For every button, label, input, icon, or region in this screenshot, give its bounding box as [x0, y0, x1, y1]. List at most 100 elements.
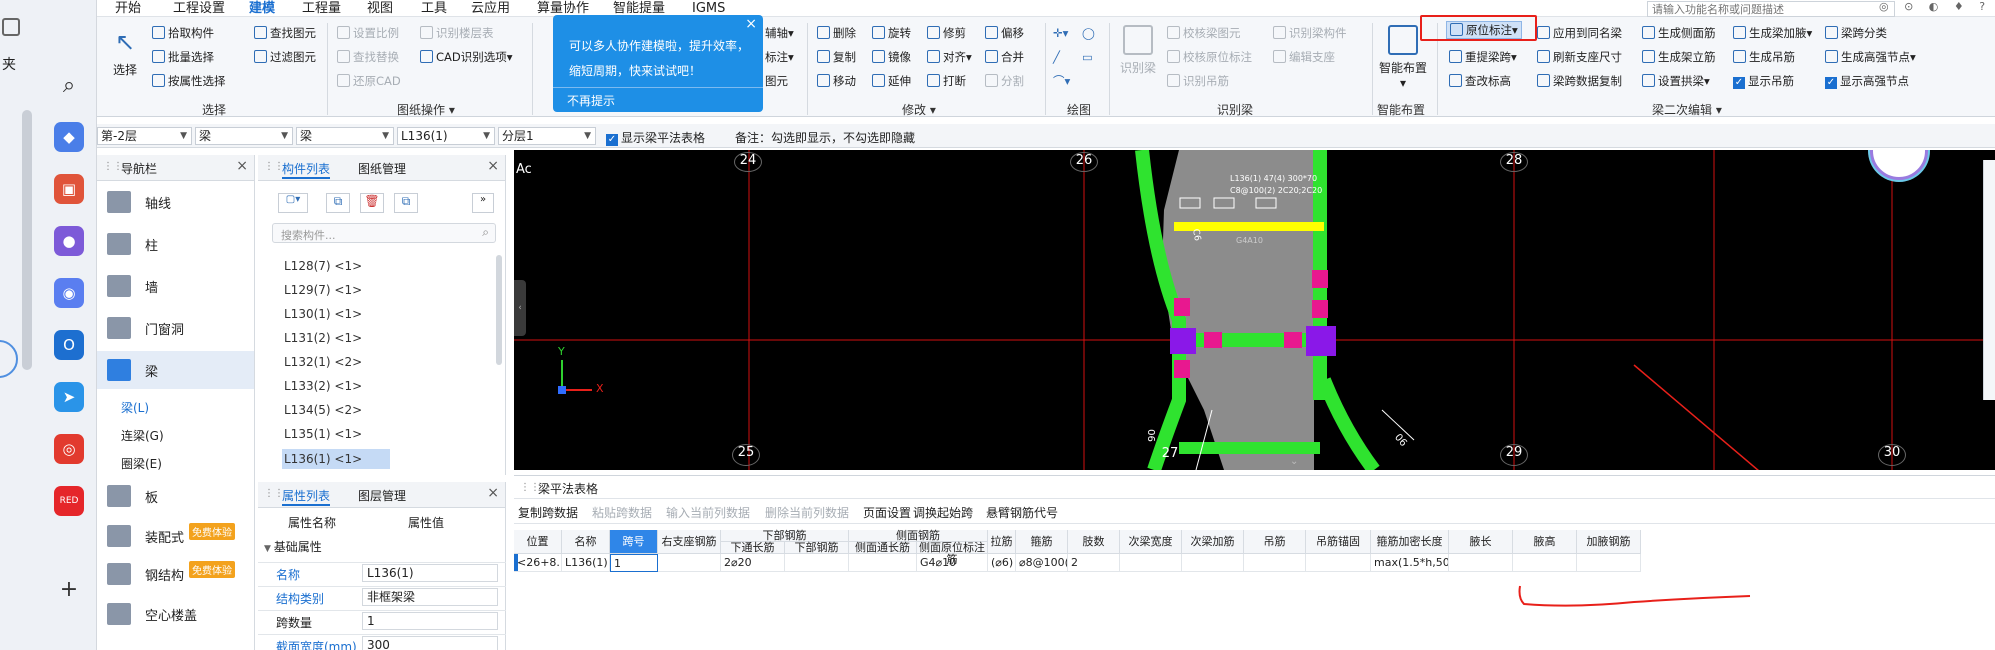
table-column-header[interactable]: 吊筋 [1244, 530, 1306, 554]
nav-item-axis[interactable]: 轴线 [97, 183, 254, 221]
cantilever-code-button[interactable]: 悬臂钢筋代号 [986, 504, 1058, 521]
delete-component-button[interactable]: 🗑 [360, 193, 384, 213]
table-cell[interactable] [1577, 554, 1641, 572]
page-setup-button[interactable]: 页面设置 [863, 504, 911, 521]
new-component-button[interactable]: ▢▾ [278, 193, 308, 213]
feature-search-input[interactable] [1647, 1, 1895, 17]
category-select[interactable]: 梁 ▼ [195, 127, 293, 145]
nav-item-door-window[interactable]: 门窗洞 [97, 309, 254, 347]
nav-subitem-ring-beam[interactable]: 圈梁(E) [121, 455, 162, 472]
table-column-header[interactable]: 次梁加筋 [1182, 530, 1244, 554]
property-value-input[interactable]: L136(1) [362, 564, 498, 582]
edit-support-button[interactable]: 编辑支座 [1273, 49, 1335, 65]
menu-tab-tools[interactable]: 工具 [421, 0, 447, 17]
copy-span-data-button[interactable]: 梁跨数据复制 [1537, 73, 1622, 89]
input-column-data-button[interactable]: 输入当前列数据 [666, 504, 750, 521]
identify-beam-component-button[interactable]: 识别梁构件 [1273, 25, 1347, 41]
table-cell[interactable]: max(1.5*h,500) [1371, 554, 1449, 572]
component-item[interactable]: L130(1) <1> [284, 307, 362, 321]
property-value-input[interactable]: 1 [362, 612, 498, 630]
menu-tab-start[interactable]: 开始 [115, 0, 141, 17]
nav-item-steel[interactable]: 钢结构 免费体验 [97, 555, 254, 593]
table-cell[interactable] [1244, 554, 1306, 572]
property-section-header[interactable]: ▼ 基础属性 [264, 538, 322, 555]
table-cell[interactable] [849, 554, 917, 572]
table-column-header[interactable]: 箍筋 [1016, 530, 1068, 554]
nav-item-wall[interactable]: 墙 [97, 267, 254, 305]
offset-button[interactable]: 偏移 [985, 25, 1024, 41]
table-column-header[interactable]: 侧面原位标注筋 [917, 542, 988, 566]
cad-drawing-canvas[interactable]: X Y Ac 24 26 28 31 25 27 29 30 L136(1) 4… [514, 150, 1995, 470]
taskbar-window-icon[interactable] [2, 18, 20, 36]
table-column-header[interactable]: 腋长 [1449, 530, 1513, 554]
gem-app-icon[interactable]: ◆ [54, 122, 84, 152]
table-cell[interactable]: ⌀8@100(2) [1016, 554, 1068, 572]
table-cell[interactable] [658, 554, 721, 572]
panel-close-button[interactable]: × [487, 485, 499, 501]
nav-item-slab[interactable]: 板 [97, 477, 254, 515]
table-column-header-active[interactable]: 跨号 [610, 530, 658, 554]
component-item[interactable]: L132(1) <2> [284, 355, 362, 369]
gen-hanger-button[interactable]: 生成吊筋 [1733, 49, 1795, 65]
table-column-header[interactable]: 次梁宽度 [1120, 530, 1182, 554]
table-cell[interactable] [1513, 554, 1577, 572]
rotate-button[interactable]: 旋转 [872, 25, 911, 41]
nav-item-beam[interactable]: 梁 [97, 351, 254, 389]
restore-cad-button[interactable]: 还原CAD [337, 73, 401, 89]
redbook-app-icon[interactable]: RED [54, 486, 84, 516]
panel-close-button[interactable]: × [487, 158, 499, 174]
extend-button[interactable]: 延伸 [872, 73, 911, 89]
split-button[interactable]: 分割 [985, 73, 1024, 89]
paste-span-data-button[interactable]: 粘贴跨数据 [592, 504, 652, 521]
floor-select[interactable]: 第-2层 ▼ [97, 127, 192, 145]
nav-subitem-link-beam[interactable]: 连梁(G) [121, 427, 164, 444]
component-search-box[interactable]: 搜索构件... ⌕ [272, 223, 496, 243]
re-extract-span-button[interactable]: 重提梁跨▾ [1449, 49, 1517, 65]
table-cell[interactable]: 2⌀20 [721, 554, 785, 572]
table-cell-active[interactable]: 1 [610, 554, 658, 572]
merge-button[interactable]: 合并 [985, 49, 1024, 65]
gen-side-rebar-button[interactable]: 生成侧面筋 [1642, 25, 1716, 41]
table-cell[interactable] [1306, 554, 1371, 572]
property-value-input[interactable]: 非框架梁 [362, 588, 498, 606]
component-item[interactable]: L129(7) <1> [284, 283, 362, 297]
move-button[interactable]: 移动 [817, 73, 856, 89]
filter-element-button[interactable]: 过滤图元 [254, 49, 316, 65]
tab-drawing-management[interactable]: 图纸管理 [358, 160, 406, 177]
aux-axis-button[interactable]: 辅轴▾ [765, 25, 794, 41]
table-cell[interactable] [1182, 554, 1244, 572]
component-item[interactable]: L131(2) <1> [284, 331, 362, 345]
more-button[interactable]: » [472, 193, 494, 213]
menu-tab-cloud[interactable]: 云应用 [471, 0, 510, 17]
table-column-header[interactable]: 箍筋加密长度 [1371, 530, 1449, 554]
swap-start-span-button[interactable]: 调换起始跨 [913, 504, 973, 521]
gen-haunch-button[interactable]: 生成梁加腋▾ [1733, 25, 1812, 41]
table-column-header[interactable]: 下部钢筋 [785, 542, 849, 554]
draw-circle-button[interactable]: ◯ [1082, 25, 1095, 41]
component-item[interactable]: L135(1) <1> [284, 427, 362, 441]
table-column-header[interactable]: 位置 [514, 530, 562, 554]
component-item[interactable]: L133(2) <1> [284, 379, 362, 393]
component-item-selected[interactable]: L136(1) <1> [282, 449, 390, 469]
mirror-button[interactable]: 镜像 [872, 49, 911, 65]
delete-column-data-button[interactable]: 删除当前列数据 [765, 504, 849, 521]
canvas-scroll-down-icon[interactable]: ⌄ [1290, 456, 1298, 467]
weibo-app-icon[interactable]: ◎ [54, 434, 84, 464]
check-elevation-button[interactable]: 查改标高 [1449, 73, 1511, 89]
batch-select-button[interactable]: 批量选择 [152, 49, 214, 65]
tooltip-dismiss-link[interactable]: 不再提示 [567, 92, 615, 109]
menu-tab-project-settings[interactable]: 工程设置 [173, 0, 225, 17]
draw-line-button[interactable]: ╱ [1053, 49, 1060, 65]
set-scale-button[interactable]: 设置比例 [337, 25, 399, 41]
nav-subitem-beam-l[interactable]: 梁(L) [121, 399, 149, 416]
send-app-icon[interactable]: ➤ [54, 382, 84, 412]
taskbar-circle-widget[interactable] [0, 340, 18, 378]
layer-copy-button[interactable]: ⧉ [394, 193, 418, 213]
select-button[interactable]: ↖ 选择 [107, 27, 143, 78]
table-cell[interactable]: 2 [1068, 554, 1120, 572]
gen-erection-rebar-button[interactable]: 生成架立筋 [1642, 49, 1716, 65]
search-icon[interactable]: ⌕ [54, 70, 84, 100]
copilot-app-icon[interactable]: ◉ [54, 278, 84, 308]
table-column-header[interactable]: 右支座钢筋 [658, 530, 721, 554]
table-column-header[interactable]: 侧面通长筋 [849, 542, 917, 554]
